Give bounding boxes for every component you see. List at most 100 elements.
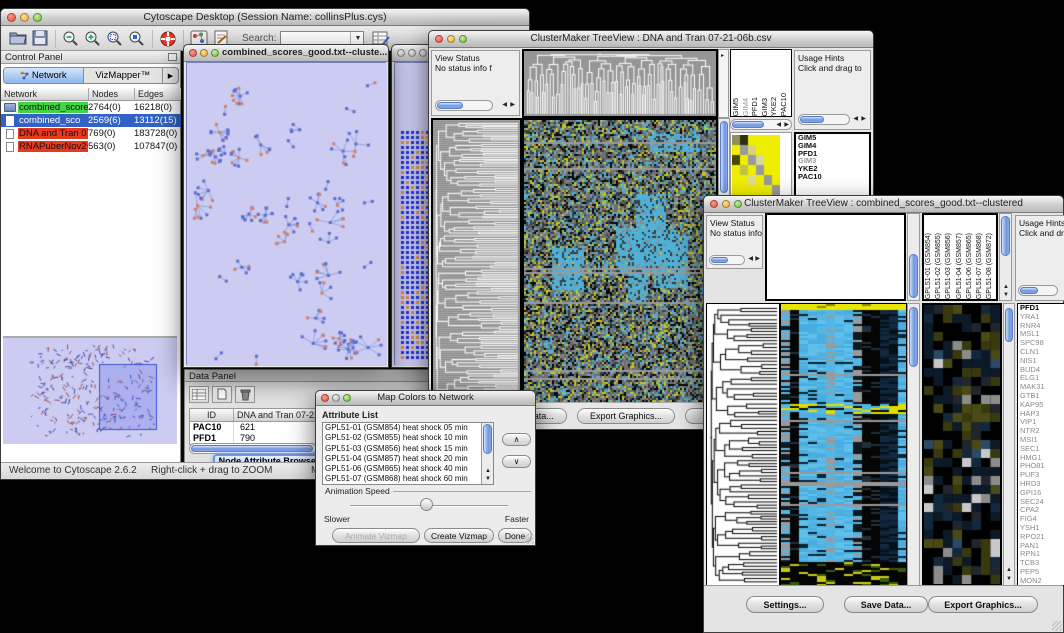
scrollbar-thumb[interactable] <box>1005 308 1013 342</box>
scroll-down-icon[interactable]: ▼ <box>1006 576 1012 582</box>
column-label[interactable]: GPL51-02 (GSM855) <box>934 233 944 299</box>
animate-vizmap-button[interactable]: Animate Vizmap <box>332 528 420 543</box>
resize-grip[interactable] <box>1052 621 1062 631</box>
column-label[interactable]: YKE2 <box>769 97 779 116</box>
row-dendrogram-canvas[interactable] <box>707 304 779 585</box>
scroll-left-icon[interactable]: ◀ <box>502 102 507 108</box>
gene-label[interactable]: PAC10 <box>796 173 869 181</box>
new-attribute-icon[interactable] <box>212 386 232 403</box>
column-label[interactable]: GPL51-08 (GSM872) <box>985 233 995 299</box>
column-label[interactable]: GPL51-06 (GSM865) <box>965 233 975 299</box>
usage-hints-hscrollbar[interactable] <box>1018 285 1058 296</box>
export-graphics-button[interactable]: Export Graphics... <box>577 408 675 424</box>
close-icon[interactable] <box>189 49 197 57</box>
main-titlebar[interactable]: Cytoscape Desktop (Session Name: collins… <box>1 9 529 26</box>
resize-grip[interactable] <box>524 534 534 544</box>
column-label[interactable]: GIM5 <box>731 98 741 116</box>
close-icon[interactable] <box>397 49 405 57</box>
help-ring-icon[interactable] <box>157 29 179 49</box>
scroll-up-icon[interactable]: ▲ <box>485 468 491 474</box>
network-tree-row[interactable]: DNA and Tran 07769(0)183728(0) <box>1 127 181 140</box>
scroll-right-icon[interactable]: ▶ <box>784 122 789 128</box>
scroll-right-icon[interactable]: ▸ <box>721 53 724 59</box>
attribute-list-vscrollbar[interactable]: ▲ ▼ <box>481 423 493 484</box>
tab-network[interactable]: Network <box>4 68 84 83</box>
treeview1-corner-strip[interactable]: ▸ <box>718 49 729 118</box>
network-canvas[interactable] <box>187 63 387 366</box>
treeview2-zoom-heatmap[interactable] <box>922 303 1002 586</box>
scroll-left-icon[interactable]: ◀ <box>853 116 858 122</box>
network-view[interactable] <box>186 62 386 365</box>
network-tree-row[interactable]: combined_scores2764(0)16218(0) <box>1 101 181 114</box>
scrollbar-thumb[interactable] <box>720 121 728 193</box>
column-header[interactable]: Edges <box>135 88 181 101</box>
birdseye-canvas[interactable] <box>3 338 177 444</box>
treeview2-vscrollbar[interactable] <box>907 303 920 586</box>
tab-vizmapper[interactable]: VizMapper™ <box>84 68 163 83</box>
column-dendrogram-canvas[interactable] <box>524 51 716 116</box>
zoom-window-icon[interactable] <box>419 49 427 57</box>
scrollbar-thumb[interactable] <box>711 257 728 263</box>
data-panel-hscrollbar[interactable] <box>189 443 317 454</box>
network-window-titlebar[interactable]: combined_scores_good.txt--cluste... <box>184 45 388 62</box>
move-up-button[interactable]: ∧ <box>502 433 531 446</box>
zoom-heatmap-canvas[interactable] <box>924 305 1000 584</box>
treeview2-heatmap[interactable] <box>780 303 907 586</box>
scroll-left-icon[interactable]: ◀ <box>748 256 753 262</box>
treeview2-genelist-vscrollbar[interactable]: ▲ ▼ <box>1003 303 1015 586</box>
zoom-selected-icon[interactable] <box>104 29 126 49</box>
chevron-down-icon[interactable]: ▼ <box>355 35 362 42</box>
minimize-icon[interactable] <box>408 49 416 57</box>
attribute-item[interactable]: GPL51-01 (GSM854) heat shock 05 min <box>323 423 480 433</box>
treeview2-top-vscrollbar[interactable] <box>907 213 920 301</box>
treeview2-titlebar[interactable]: ClusterMaker TreeView : combined_scores_… <box>704 196 1063 213</box>
column-label[interactable]: GPL51-01 (GSM854) <box>924 233 934 299</box>
view-status-hscrollbar[interactable] <box>709 255 745 265</box>
treeview1-column-dendrogram[interactable] <box>522 49 718 118</box>
column-label[interactable]: GIM3 <box>760 98 770 116</box>
zoom-out-icon[interactable] <box>60 29 82 49</box>
create-vizmap-button[interactable]: Create Vizmap <box>424 528 494 543</box>
treeview1-titlebar[interactable]: ClusterMaker TreeView : DNA and Tran 07-… <box>429 31 873 48</box>
column-header[interactable]: DNA and Tran 07-21-06 <box>234 409 328 422</box>
scroll-up-icon[interactable]: ▲ <box>1003 284 1009 290</box>
treeview2-row-dendrogram[interactable] <box>706 303 780 586</box>
attribute-item[interactable]: GPL51-02 (GSM855) heat shock 10 min <box>323 433 480 443</box>
treeview1-heatmap[interactable] <box>522 118 718 404</box>
attribute-item[interactable]: GPL51-04 (GSM857) heat shock 20 min <box>323 454 480 464</box>
column-label[interactable]: PFD1 <box>750 97 760 116</box>
heatmap-canvas[interactable] <box>781 304 906 585</box>
tab-overflow-button[interactable]: ▶ <box>162 68 178 83</box>
treeview1-matrix-hscrollbar[interactable]: ◀▶ <box>730 119 792 130</box>
treeview2-labels-vscrollbar[interactable]: ▲ ▼ <box>999 213 1012 301</box>
zoom-window-icon[interactable] <box>211 49 219 57</box>
save-icon[interactable] <box>29 29 51 49</box>
network-tree-row[interactable]: RNAPuberNov2+563(0)107847(0) <box>1 140 181 153</box>
similarity-matrix-canvas[interactable] <box>732 135 780 195</box>
scroll-down-icon[interactable]: ▼ <box>1003 292 1009 298</box>
scrollbar-thumb[interactable] <box>483 424 492 454</box>
column-header[interactable]: Network <box>1 88 89 101</box>
attribute-item[interactable]: GPL51-07 (GSM868) heat shock 60 min <box>323 474 480 484</box>
attribute-select-icon[interactable] <box>189 386 209 403</box>
attribute-item[interactable]: GPL51-06 (GSM865) heat shock 40 min <box>323 464 480 474</box>
delete-attribute-icon[interactable] <box>235 386 255 403</box>
column-label[interactable]: GPL51-04 (GSM857) <box>955 233 965 299</box>
float-panel-icon[interactable] <box>168 53 177 61</box>
scroll-up-icon[interactable]: ▲ <box>1006 567 1012 573</box>
column-label[interactable]: PAC10 <box>779 93 789 116</box>
settings-button[interactable]: Settings... <box>746 596 824 613</box>
scrollbar-thumb[interactable] <box>1001 216 1010 256</box>
column-header[interactable]: Nodes <box>89 88 135 101</box>
scroll-left-icon[interactable]: ◀ <box>776 122 781 128</box>
scrollbar-thumb[interactable] <box>191 445 313 452</box>
view-status-hscrollbar[interactable] <box>435 100 493 111</box>
column-label[interactable]: GPL51-07 (GSM868) <box>975 233 985 299</box>
zoom-fit-icon[interactable] <box>126 29 148 49</box>
export-graphics-button[interactable]: Export Graphics... <box>928 596 1038 613</box>
scroll-right-icon[interactable]: ▶ <box>510 102 515 108</box>
column-label[interactable]: GIM4 <box>741 98 751 116</box>
scroll-right-icon[interactable]: ▶ <box>755 256 760 262</box>
scroll-right-icon[interactable]: ▶ <box>861 116 866 122</box>
network-tree-row[interactable]: combined_sco2569(6)13112(15) <box>1 114 181 127</box>
